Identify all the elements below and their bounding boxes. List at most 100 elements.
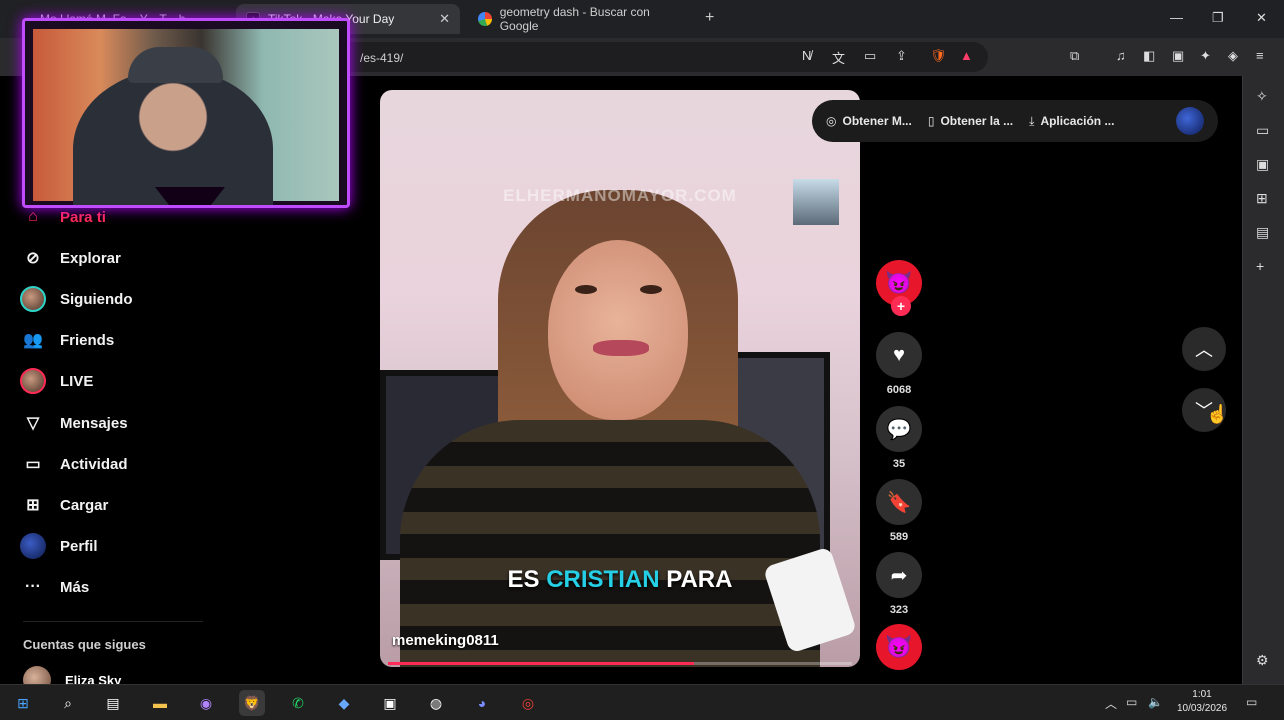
wallet-sidebar-icon[interactable]: ▣ bbox=[1256, 156, 1269, 173]
cap bbox=[128, 47, 223, 83]
nav-perfil-label: Perfil bbox=[60, 537, 98, 555]
search-icon[interactable]: ⌕ bbox=[55, 690, 81, 716]
windows-start-icon[interactable]: ⊞ bbox=[10, 690, 36, 716]
task-view-icon[interactable]: ▤ bbox=[100, 690, 126, 716]
nav-explorar-label: Explorar bbox=[60, 249, 121, 267]
menu-icon[interactable]: ≡ bbox=[1256, 48, 1264, 63]
add-sidebar-item-icon[interactable]: + bbox=[1256, 258, 1264, 274]
nav-actividad[interactable]: ▭ Actividad bbox=[20, 451, 128, 477]
like-button[interactable]: ♥ bbox=[876, 332, 922, 378]
video-caption: ES CRISTIAN PARA bbox=[380, 566, 860, 594]
eye bbox=[575, 285, 597, 294]
video-watermark: ELHERMANOMAYOR.COM bbox=[503, 186, 737, 205]
heart-icon: ♥ bbox=[893, 343, 905, 366]
app-icon[interactable]: ◆ bbox=[331, 690, 357, 716]
eye bbox=[640, 285, 662, 294]
discord-icon[interactable]: ◕ bbox=[469, 690, 495, 716]
video-player[interactable]: ELHERMANOMAYOR.COM ES CRISTIAN PARA meme… bbox=[380, 90, 860, 667]
vpn-icon[interactable]: ◈ bbox=[1228, 48, 1238, 64]
reading-list-icon[interactable]: ▤ bbox=[1256, 224, 1269, 241]
nav-friends[interactable]: 👥 Friends bbox=[20, 327, 114, 353]
nav-siguiendo-label: Siguiendo bbox=[60, 290, 133, 308]
share-button[interactable]: ➦ bbox=[876, 552, 922, 598]
settings-icon[interactable]: ⚙ bbox=[1256, 652, 1269, 669]
friends-icon: 👥 bbox=[23, 332, 43, 349]
tab-search-icon[interactable]: ⧉ bbox=[1070, 48, 1079, 64]
new-tab-button[interactable]: + bbox=[705, 9, 714, 27]
download-app-button[interactable]: ⤓ Aplicación ... bbox=[1029, 114, 1114, 129]
close-tab-icon[interactable]: ✕ bbox=[439, 11, 450, 27]
download-icon: ⤓ bbox=[1029, 113, 1035, 128]
share-count: 323 bbox=[889, 604, 909, 616]
profile-avatar-top[interactable] bbox=[1176, 107, 1204, 135]
video-progress-bar[interactable] bbox=[388, 662, 852, 665]
bookmarks-icon[interactable]: ⊞ bbox=[1256, 190, 1268, 207]
chat-app-icon[interactable]: ◉ bbox=[193, 690, 219, 716]
get-app-button[interactable]: ▯ Obtener la ... bbox=[928, 114, 1013, 128]
obs-studio-icon[interactable]: ◍ bbox=[423, 690, 449, 716]
get-coins-button[interactable]: ◎ Obtener M... bbox=[826, 114, 912, 128]
tab-google[interactable]: geometry dash - Buscar con Google bbox=[468, 4, 698, 34]
tray-chevron-icon[interactable]: ︿ bbox=[1105, 695, 1117, 712]
share-icon[interactable]: ⇪ bbox=[896, 48, 907, 64]
network-icon[interactable]: ▭ bbox=[1126, 695, 1137, 709]
tab-google-label: geometry dash - Buscar con Google bbox=[499, 5, 650, 33]
brave-shield-icon[interactable]: 🛡 bbox=[930, 48, 947, 64]
chrome-icon[interactable]: ◎ bbox=[515, 690, 541, 716]
browser-sidebar: ✧ ▭ ▣ ⊞ ▤ + ⚙ bbox=[1242, 76, 1284, 684]
wallet-icon[interactable]: ▣ bbox=[1172, 48, 1184, 64]
nav-mensajes[interactable]: ▽ Mensajes bbox=[20, 410, 128, 436]
sidebar-toggle-icon[interactable]: ◧ bbox=[1143, 48, 1155, 64]
music-icon[interactable]: ♫ bbox=[1116, 48, 1126, 63]
follow-plus-icon[interactable]: + bbox=[891, 296, 911, 316]
volume-icon[interactable]: 🔈 bbox=[1148, 695, 1163, 709]
whatsapp-icon[interactable]: ✆ bbox=[285, 690, 311, 716]
screen: Mo Llamó M. Fa... Y... T... b... ♪ TikTo… bbox=[0, 0, 1284, 720]
nav-mensajes-label: Mensajes bbox=[60, 414, 128, 432]
comment-button[interactable]: 💬 bbox=[876, 406, 922, 452]
creator-thumbnail bbox=[793, 179, 839, 225]
clock-date: 10/03/2026 bbox=[1176, 703, 1228, 714]
webcam-overlay bbox=[22, 18, 350, 208]
striped-sweater bbox=[400, 420, 820, 667]
activity-icon: ▭ bbox=[25, 456, 41, 473]
nav-mas[interactable]: ··· Más bbox=[20, 574, 89, 600]
following-avatar bbox=[20, 286, 46, 312]
nav-actividad-label: Actividad bbox=[60, 455, 128, 473]
brave-browser-icon[interactable]: 🦁 bbox=[239, 690, 265, 716]
nav-siguiendo[interactable]: Siguiendo bbox=[20, 286, 133, 312]
creator-avatar[interactable]: 😈 + bbox=[876, 260, 922, 316]
minimize-button[interactable]: — bbox=[1170, 10, 1183, 25]
notifications-icon[interactable]: ▭ bbox=[1246, 695, 1257, 709]
brave-rewards-icon[interactable]: ▲ bbox=[960, 48, 973, 63]
mouth bbox=[593, 340, 649, 356]
system-clock[interactable]: 1:01 10/03/2026 bbox=[1168, 688, 1236, 716]
chevron-up-icon: ︿ bbox=[1195, 340, 1213, 360]
no-tracking-icon[interactable]: N̸ bbox=[802, 48, 811, 63]
music-disc-avatar[interactable]: 😈 bbox=[876, 624, 922, 670]
video-progress-fill bbox=[388, 662, 695, 665]
live-avatar bbox=[20, 368, 46, 394]
send-icon: ▽ bbox=[26, 415, 40, 432]
video-author[interactable]: memeking0811 bbox=[392, 632, 499, 649]
nav-perfil[interactable]: Perfil bbox=[20, 533, 98, 559]
clock-time: 1:01 bbox=[1192, 689, 1212, 700]
leo-sidebar-icon[interactable]: ✧ bbox=[1256, 88, 1268, 105]
google-icon bbox=[478, 12, 492, 26]
close-window-button[interactable]: ✕ bbox=[1256, 10, 1267, 26]
save-button[interactable]: 🔖 bbox=[876, 479, 922, 525]
maximize-button[interactable]: ❐ bbox=[1212, 10, 1224, 26]
nav-live[interactable]: LIVE bbox=[20, 368, 93, 394]
obs-capture-icon[interactable]: ▣ bbox=[377, 690, 403, 716]
following-section-title: Cuentas que sigues bbox=[23, 637, 146, 652]
news-icon[interactable]: ▭ bbox=[1256, 122, 1269, 139]
cast-icon[interactable]: ▭ bbox=[864, 48, 876, 64]
leo-ai-icon[interactable]: ✦ bbox=[1200, 48, 1211, 64]
coin-icon: ◎ bbox=[826, 114, 837, 128]
get-app-label: Obtener la ... bbox=[940, 114, 1014, 128]
nav-explorar[interactable]: ⊘ Explorar bbox=[20, 245, 121, 271]
file-explorer-icon[interactable]: ▬ bbox=[147, 690, 173, 716]
translate-icon[interactable]: 文 bbox=[832, 48, 845, 67]
previous-video-button[interactable]: ︿ bbox=[1182, 327, 1226, 371]
nav-cargar[interactable]: ⊞ Cargar bbox=[20, 492, 108, 518]
